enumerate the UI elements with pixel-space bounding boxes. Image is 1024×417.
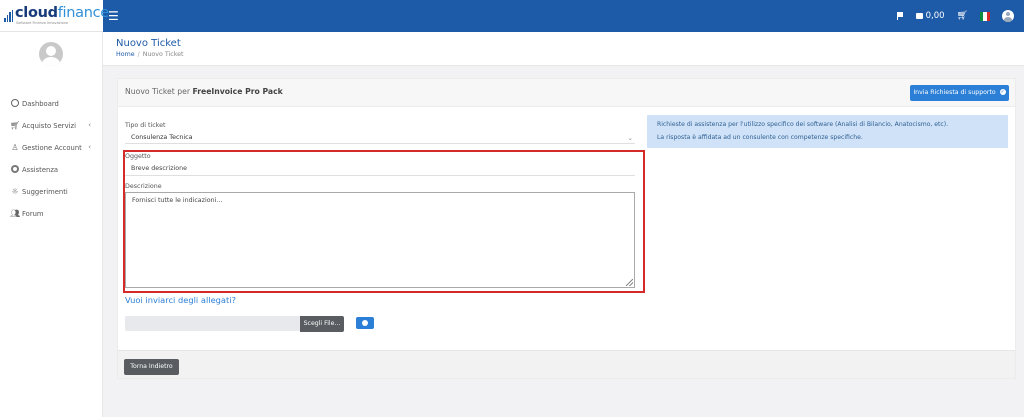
- chevron-down-icon: ⌄: [627, 134, 633, 142]
- top-navbar: cloudfinance Software Finanza Innovazion…: [0, 0, 1024, 32]
- choose-file-button[interactable]: Scegli File...: [300, 316, 344, 332]
- logo-cloud-text: cloud: [15, 5, 58, 21]
- sidebar-item-label: Dashboard: [22, 100, 59, 108]
- lightbulb-icon: ☼: [11, 187, 19, 196]
- sidebar-item-label: Suggerimenti: [22, 188, 68, 196]
- breadcrumb-home-link[interactable]: Home: [116, 51, 135, 58]
- card-title-prefix: Nuovo Ticket per: [125, 87, 190, 96]
- sidebar-item-dashboard[interactable]: Dashboard: [10, 98, 100, 110]
- cart-icon[interactable]: 🛒︎: [957, 11, 968, 21]
- attachments-link[interactable]: Vuoi inviarci degli allegati?: [125, 295, 236, 305]
- sidebar-item-label: Gestione Account: [22, 144, 82, 152]
- card-footer: Torna Indietro: [118, 350, 1015, 378]
- user-icon: ♙: [11, 143, 19, 152]
- sidebar: Dashboard 🛒︎ Acquisto Servizi ‹ ♙ Gestio…: [0, 32, 103, 417]
- sidebar-item-label: Forum: [22, 210, 44, 218]
- breadcrumb-separator: /: [137, 51, 140, 58]
- subject-label: Oggetto: [125, 153, 151, 160]
- italy-flag-icon[interactable]: [980, 11, 990, 21]
- logo[interactable]: cloudfinance Software Finanza Innovazion…: [0, 0, 109, 32]
- send-support-request-button[interactable]: Invia Richiesta di supporto ✓: [910, 85, 1009, 101]
- page-title: Nuovo Ticket: [116, 38, 181, 49]
- logo-tagline: Software Finanza Innovazione: [16, 21, 69, 25]
- sidebar-item-label: Assistenza: [22, 166, 59, 174]
- subject-placeholder: Breve descrizione: [131, 165, 187, 172]
- flag-icon[interactable]: [896, 12, 904, 20]
- chevron-left-icon: ‹: [88, 121, 91, 129]
- breadcrumb: Home / Nuovo Ticket: [116, 51, 184, 58]
- page-header: Nuovo Ticket Home / Nuovo Ticket: [103, 32, 1024, 66]
- credit-balance[interactable]: 0,00: [926, 11, 945, 21]
- logo-finance-text: finance: [57, 5, 110, 21]
- lifebuoy-icon: [10, 165, 20, 175]
- logo-bars-icon: [4, 10, 14, 22]
- card-title: Nuovo Ticket per FreeInvoice Pro Pack: [125, 87, 283, 96]
- info-text-line2: La risposta è affidata ad un consulente …: [657, 134, 863, 141]
- ticket-card: Nuovo Ticket per FreeInvoice Pro Pack In…: [117, 78, 1016, 379]
- card-header: Nuovo Ticket per FreeInvoice Pro Pack In…: [118, 79, 1015, 107]
- ticket-type-select[interactable]: Consulenza Tecnica ⌄: [125, 132, 635, 144]
- user-menu-icon[interactable]: [1002, 10, 1014, 22]
- hamburger-icon[interactable]: ☰: [108, 9, 119, 23]
- avatar[interactable]: [39, 42, 63, 66]
- sidebar-item-suggerimenti[interactable]: ☼ Suggerimenti: [10, 186, 100, 198]
- cart-icon: 🛒︎: [10, 121, 21, 130]
- ticket-type-label: Tipo di ticket: [125, 122, 166, 129]
- description-label: Descrizione: [125, 183, 162, 190]
- check-circle-icon: ✓: [999, 89, 1006, 95]
- description-textarea[interactable]: Fornisci tutte le indicazioni...: [125, 192, 635, 288]
- subject-input[interactable]: Breve descrizione: [125, 162, 635, 176]
- sidebar-item-assistenza[interactable]: Assistenza: [10, 164, 100, 176]
- sidebar-item-gestione-account[interactable]: ♙ Gestione Account ‹: [10, 142, 100, 154]
- back-button[interactable]: Torna Indietro: [124, 359, 179, 375]
- logo-text: cloudfinance: [15, 5, 109, 21]
- sidebar-item-label: Acquisto Servizi: [22, 122, 76, 130]
- topbar-actions: 0,00 🛒︎: [896, 8, 1014, 24]
- description-placeholder: Fornisci tutte le indicazioni...: [132, 197, 223, 204]
- resize-handle-icon[interactable]: [626, 279, 633, 286]
- add-file-button[interactable]: [356, 317, 374, 329]
- send-support-request-label: Invia Richiesta di supporto: [913, 89, 996, 96]
- users-icon: 👥︎: [10, 209, 21, 218]
- product-name: FreeInvoice Pro Pack: [192, 87, 283, 96]
- wallet-icon[interactable]: [915, 13, 923, 19]
- info-box: Richieste di assistenza per l'utilizzo s…: [647, 115, 1008, 148]
- breadcrumb-current: Nuovo Ticket: [142, 51, 184, 58]
- chevron-left-icon: ‹: [88, 143, 91, 151]
- file-input[interactable]: [125, 316, 301, 331]
- info-text-line1: Richieste di assistenza per l'utilizzo s…: [657, 121, 949, 128]
- ticket-type-value: Consulenza Tecnica: [131, 134, 193, 141]
- dashboard-icon: [10, 99, 20, 109]
- sidebar-item-acquisto-servizi[interactable]: 🛒︎ Acquisto Servizi ‹: [10, 120, 100, 132]
- sidebar-item-forum[interactable]: 👥︎ Forum: [10, 208, 100, 220]
